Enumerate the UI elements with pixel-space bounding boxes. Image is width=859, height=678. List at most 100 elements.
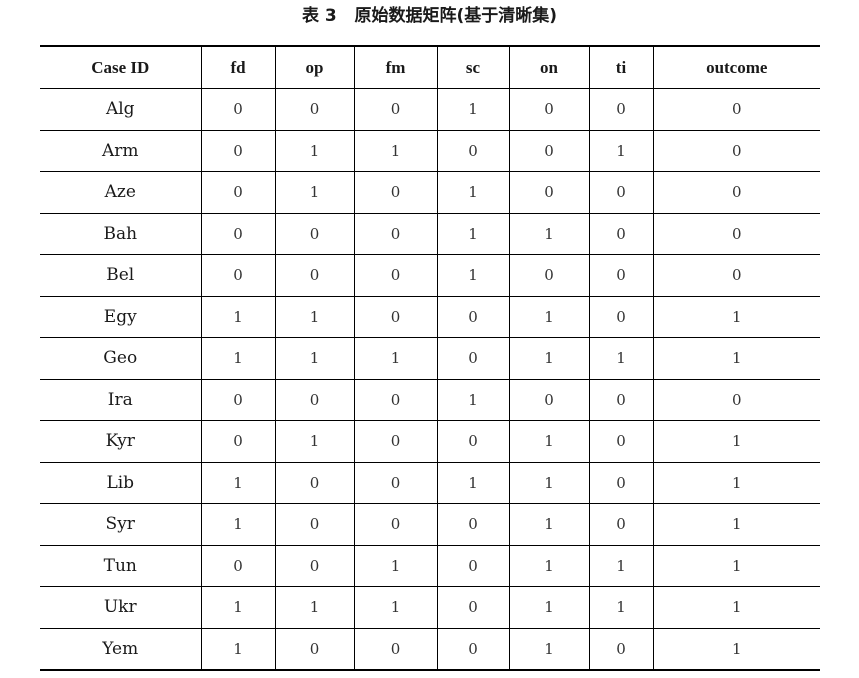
cell-sc: 1 xyxy=(437,213,510,255)
header-row: Case ID fd op fm sc on ti outcome xyxy=(40,45,820,89)
cell-outcome: 0 xyxy=(653,171,820,214)
cell-case-id: Alg xyxy=(40,88,202,131)
cell-case-id: Egy xyxy=(40,296,202,338)
column-header-op: op xyxy=(275,45,355,89)
table-row: Aze 0 1 0 1 0 0 0 xyxy=(40,171,820,214)
cell-fm: 1 xyxy=(354,586,438,629)
cell-on: 0 xyxy=(509,171,590,214)
cell-case-id: Aze xyxy=(40,171,202,214)
cell-sc: 1 xyxy=(437,379,510,421)
cell-outcome: 1 xyxy=(653,586,820,629)
cell-fm: 0 xyxy=(354,503,438,546)
cell-op: 0 xyxy=(275,88,355,131)
data-matrix-table: Case ID fd op fm sc on ti outcome Alg 0 0 0… xyxy=(40,45,820,671)
cell-on: 0 xyxy=(509,254,590,297)
table-row: Ukr 1 1 1 0 1 1 1 xyxy=(40,586,820,629)
cell-fm: 0 xyxy=(354,88,438,131)
table-row: Tun 0 0 1 0 1 1 1 xyxy=(40,545,820,587)
cell-fm: 0 xyxy=(354,296,438,338)
cell-case-id: Syr xyxy=(40,503,202,546)
column-header-fd: fd xyxy=(201,45,276,89)
table-row: Geo 1 1 1 0 1 1 1 xyxy=(40,337,820,380)
table-row: Bel 0 0 0 1 0 0 0 xyxy=(40,254,820,297)
column-header-outcome: outcome xyxy=(653,45,820,89)
cell-case-id: Ira xyxy=(40,379,202,421)
cell-on: 0 xyxy=(509,130,590,172)
cell-fm: 0 xyxy=(354,462,438,504)
column-header-on: on xyxy=(509,45,590,89)
cell-sc: 1 xyxy=(437,462,510,504)
cell-case-id: Tun xyxy=(40,545,202,587)
cell-fd: 0 xyxy=(201,130,276,172)
cell-ti: 0 xyxy=(589,213,654,255)
table-caption: 表 3 原始数据矩阵(基于清晰集) xyxy=(301,6,558,26)
cell-ti: 0 xyxy=(589,171,654,214)
cell-ti: 0 xyxy=(589,379,654,421)
cell-ti: 1 xyxy=(589,130,654,172)
cell-case-id: Bah xyxy=(40,213,202,255)
cell-on: 0 xyxy=(509,379,590,421)
cell-outcome: 1 xyxy=(653,503,820,546)
cell-op: 0 xyxy=(275,379,355,421)
cell-on: 1 xyxy=(509,420,590,463)
cell-fd: 0 xyxy=(201,213,276,255)
cell-outcome: 1 xyxy=(653,545,820,587)
table-body: Alg 0 0 0 1 0 0 0 Arm 0 1 1 0 0 1 0 Aze 0 1 0 1 0 0 0 Bah 0 0 0 1 1 0 0… xyxy=(40,88,820,671)
cell-on: 1 xyxy=(509,337,590,380)
cell-op: 1 xyxy=(275,171,355,214)
cell-ti: 1 xyxy=(589,586,654,629)
cell-sc: 0 xyxy=(437,545,510,587)
cell-outcome: 1 xyxy=(653,628,820,671)
cell-op: 0 xyxy=(275,503,355,546)
cell-fm: 1 xyxy=(354,337,438,380)
cell-on: 1 xyxy=(509,462,590,504)
table-row: Bah 0 0 0 1 1 0 0 xyxy=(40,213,820,255)
cell-fd: 1 xyxy=(201,628,276,671)
cell-fd: 1 xyxy=(201,337,276,380)
cell-case-id: Kyr xyxy=(40,420,202,463)
cell-fm: 0 xyxy=(354,213,438,255)
cell-fd: 1 xyxy=(201,503,276,546)
cell-op: 0 xyxy=(275,213,355,255)
cell-fm: 1 xyxy=(354,545,438,587)
cell-on: 1 xyxy=(509,586,590,629)
table-row: Syr 1 0 0 0 1 0 1 xyxy=(40,503,820,546)
cell-ti: 0 xyxy=(589,420,654,463)
cell-sc: 1 xyxy=(437,254,510,297)
cell-on: 1 xyxy=(509,213,590,255)
table-row: Kyr 0 1 0 0 1 0 1 xyxy=(40,420,820,463)
cell-outcome: 1 xyxy=(653,337,820,380)
cell-fm: 0 xyxy=(354,628,438,671)
cell-ti: 0 xyxy=(589,503,654,546)
column-header-ti: ti xyxy=(589,45,654,89)
cell-sc: 0 xyxy=(437,586,510,629)
cell-op: 0 xyxy=(275,545,355,587)
cell-outcome: 0 xyxy=(653,379,820,421)
cell-fd: 0 xyxy=(201,420,276,463)
table-row: Arm 0 1 1 0 0 1 0 xyxy=(40,130,820,172)
column-header-case-id: Case ID xyxy=(40,45,202,89)
cell-fd: 0 xyxy=(201,88,276,131)
cell-op: 1 xyxy=(275,296,355,338)
cell-op: 1 xyxy=(275,130,355,172)
cell-op: 1 xyxy=(275,420,355,463)
cell-case-id: Ukr xyxy=(40,586,202,629)
table-row: Ira 0 0 0 1 0 0 0 xyxy=(40,379,820,421)
cell-sc: 0 xyxy=(437,420,510,463)
cell-sc: 0 xyxy=(437,130,510,172)
cell-ti: 0 xyxy=(589,254,654,297)
cell-case-id: Arm xyxy=(40,130,202,172)
cell-fm: 0 xyxy=(354,171,438,214)
column-header-fm: fm xyxy=(354,45,438,89)
cell-ti: 1 xyxy=(589,337,654,380)
cell-fd: 0 xyxy=(201,545,276,587)
cell-on: 1 xyxy=(509,545,590,587)
cell-outcome: 0 xyxy=(653,88,820,131)
cell-fm: 0 xyxy=(354,420,438,463)
cell-outcome: 0 xyxy=(653,213,820,255)
cell-sc: 1 xyxy=(437,171,510,214)
cell-op: 0 xyxy=(275,628,355,671)
cell-on: 1 xyxy=(509,628,590,671)
cell-fd: 1 xyxy=(201,462,276,504)
column-header-sc: sc xyxy=(437,45,510,89)
